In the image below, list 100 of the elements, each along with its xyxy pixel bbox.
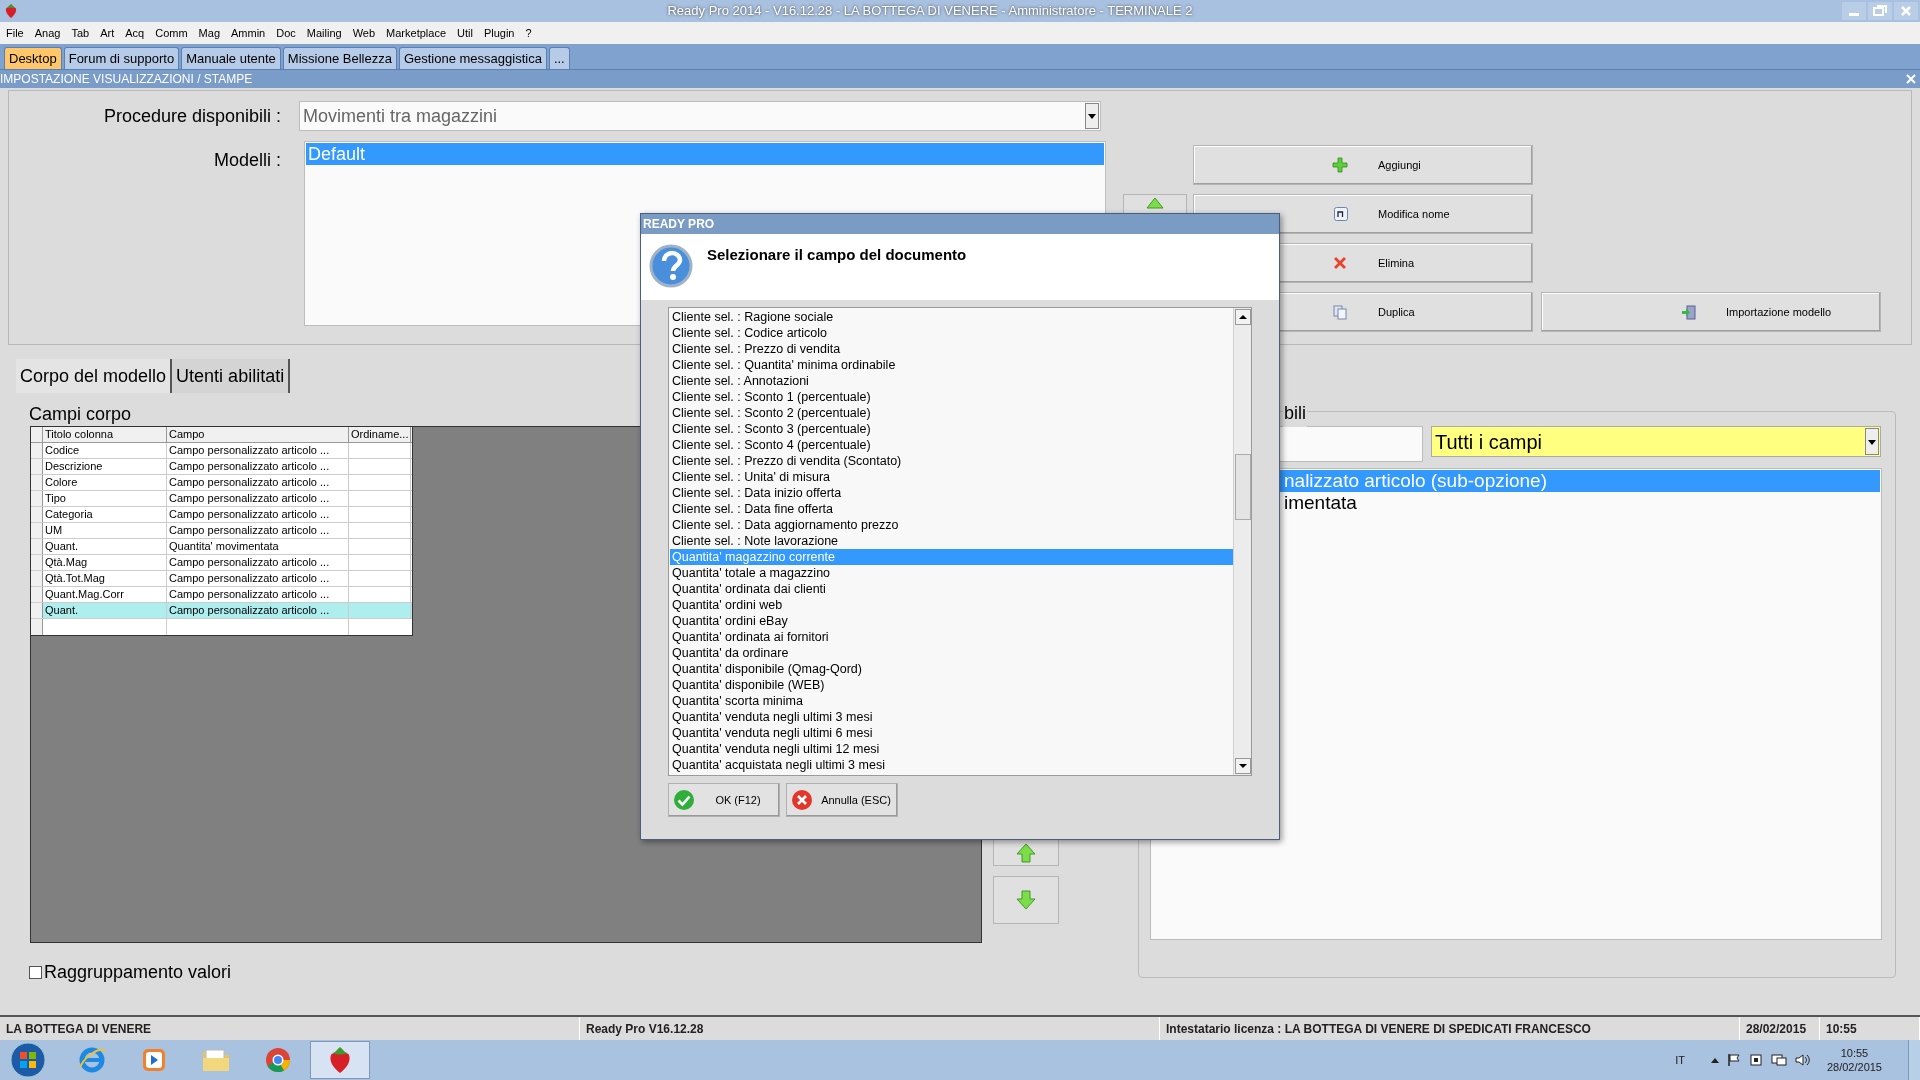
- field-list-item[interactable]: Quantita' disponibile (WEB): [670, 677, 1233, 693]
- table-row[interactable]: Quant. Campo personalizzato articolo ...: [31, 603, 412, 619]
- table-cell: Tipo: [45, 492, 66, 504]
- field-list-item[interactable]: Quantita' disponibile (Qmag-Qord): [670, 661, 1233, 677]
- status-text: 28/02/2015: [1746, 1020, 1807, 1038]
- table-cell: Campo personalizzato articolo ...: [169, 460, 330, 472]
- menu-item[interactable]: Web: [352, 24, 376, 42]
- dialog-title: READY PRO: [643, 216, 715, 233]
- field-list-item[interactable]: Cliente sel. : Sconto 3 (percentuale): [670, 421, 1233, 437]
- filter-dropdown[interactable]: Tutti i campi: [1431, 426, 1881, 457]
- dialog-message: Selezionare il campo del documento: [707, 245, 967, 265]
- field-list-item[interactable]: Cliente sel. : Sconto 1 (percentuale): [670, 389, 1233, 405]
- dialog-button[interactable]: Annulla (ESC): [786, 783, 898, 817]
- table-row[interactable]: Colore Campo personalizzato articolo ...: [31, 475, 412, 491]
- table-cell: Campo personalizzato articolo ...: [169, 492, 330, 504]
- menu-item[interactable]: Ammin: [231, 24, 266, 42]
- field-list-item[interactable]: Quantita' venduta negli ultimi 6 mesi: [670, 725, 1233, 741]
- field-list-item[interactable]: Quantita' acquistata negli ultimi 3 mesi: [670, 757, 1233, 773]
- field-list-item[interactable]: Quantita' venduta negli ultimi 12 mesi: [670, 741, 1233, 757]
- table-cell: Qtà.Tot.Mag: [45, 572, 105, 584]
- table-cell: Campo personalizzato articolo ...: [169, 572, 330, 584]
- field-list-item[interactable]: Cliente sel. : Data fine offerta: [670, 501, 1233, 517]
- field-list-item[interactable]: Quantita' ordini web: [670, 597, 1233, 613]
- app-tab[interactable]: Missione Bellezza: [282, 47, 397, 69]
- field-list-item[interactable]: Quantita' ordinata dai clienti: [670, 581, 1233, 597]
- menu-item[interactable]: Util: [457, 24, 473, 42]
- menu-item[interactable]: Anag: [34, 24, 61, 42]
- table-row[interactable]: Categoria Campo personalizzato articolo ...: [31, 507, 412, 523]
- table-cell: Quant.: [45, 604, 79, 616]
- table-cell: Codice: [45, 444, 80, 456]
- table-row[interactable]: Qtà.Mag Campo personalizzato articolo ...: [31, 555, 412, 571]
- menu-item[interactable]: Acq: [125, 24, 145, 42]
- section-title: IMPOSTAZIONE VISUALIZZAZIONI / STAMPE: [0, 71, 254, 88]
- menu-item[interactable]: ?: [525, 24, 532, 42]
- table-cell: Campo personalizzato articolo ...: [169, 604, 330, 616]
- field-list-item[interactable]: Cliente sel. : Data aggiornamento prezzo: [670, 517, 1233, 533]
- table-cell: Campo personalizzato articolo ...: [169, 524, 330, 536]
- app-tab[interactable]: Desktop: [4, 47, 62, 69]
- table-row[interactable]: Codice Campo personalizzato articolo ...: [31, 443, 412, 459]
- menu-item[interactable]: File: [6, 24, 24, 42]
- field-list-item[interactable]: Quantita' da ordinare: [670, 645, 1233, 661]
- table-cell: Campo personalizzato articolo ...: [169, 588, 330, 600]
- table-cell: Qtà.Mag: [45, 556, 88, 568]
- checkbox-label: Raggruppamento valori: [44, 961, 232, 984]
- table-cell: Descrizione: [45, 460, 103, 472]
- field-list-item[interactable]: Cliente sel. : Prezzo di vendita: [670, 341, 1233, 357]
- field-list-item[interactable]: Cliente sel. : Quantita' minima ordinabile: [670, 357, 1233, 373]
- dialog-button[interactable]: OK (F12): [668, 783, 780, 817]
- field-list-item[interactable]: Cliente sel. : Note lavorazione: [670, 533, 1233, 549]
- app-tab[interactable]: Forum di supporto: [63, 47, 180, 69]
- field-list-item[interactable]: Cliente sel. : Sconto 4 (percentuale): [670, 437, 1233, 453]
- procedure-dropdown[interactable]: Movimenti tra magazzini: [299, 101, 1101, 131]
- table-cell: Quant.Mag.Corr: [45, 588, 124, 600]
- menu-item[interactable]: Marketplace: [386, 24, 446, 42]
- status-text: 10:55: [1826, 1020, 1857, 1038]
- table-cell: Quantita' movimentata: [169, 540, 279, 552]
- field-list-item[interactable]: Quantita' totale a magazzino: [670, 565, 1233, 581]
- field-list-item[interactable]: Quantita' scorta minima: [670, 693, 1233, 709]
- menu-item[interactable]: Comm: [155, 24, 188, 42]
- table-row[interactable]: Quant.Mag.Corr Campo personalizzato articolo ...: [31, 587, 412, 603]
- table-cell: Categoria: [45, 508, 93, 520]
- table-cell: Colore: [45, 476, 78, 488]
- table-row[interactable]: Quant. Quantita' movimentata: [31, 539, 412, 555]
- column-header[interactable]: Titolo colonna: [43, 427, 167, 442]
- clock[interactable]: 10:55 28/02/2015: [1826, 1046, 1882, 1074]
- body-tab[interactable]: Utenti abilitati: [172, 359, 291, 393]
- app-tab[interactable]: ...: [548, 47, 570, 69]
- table-row[interactable]: Descrizione Campo personalizzato articolo ...: [31, 459, 412, 475]
- field-list-item[interactable]: Quantita' ordinata ai fornitori: [670, 629, 1233, 645]
- table-row[interactable]: Tipo Campo personalizzato articolo ...: [31, 491, 412, 507]
- field-list-item[interactable]: Cliente sel. : Sconto 2 (percentuale): [670, 405, 1233, 421]
- menu-item[interactable]: Tab: [71, 24, 90, 42]
- language-indicator[interactable]: IT: [1675, 1051, 1685, 1069]
- table-cell: Campo personalizzato articolo ...: [169, 508, 330, 520]
- field-list-item[interactable]: Cliente sel. : Annotazioni: [670, 373, 1233, 389]
- table-row[interactable]: UM Campo personalizzato articolo ...: [31, 523, 412, 539]
- menu-item[interactable]: Mailing: [306, 24, 342, 42]
- field-list-item[interactable]: Quantita' venduta negli ultimi 3 mesi: [670, 709, 1233, 725]
- field-list-item[interactable]: Quantita' ordini eBay: [670, 613, 1233, 629]
- action-button[interactable]: Aggiungi: [1193, 145, 1533, 185]
- status-text: Intestatario licenza : LA BOTTEGA DI VENERE DI SPEDICATI FRANCESCO: [1166, 1020, 1591, 1038]
- menu-item[interactable]: Plugin: [483, 24, 515, 42]
- menu-item[interactable]: Mag: [198, 24, 220, 42]
- table-cell: Campo personalizzato articolo ...: [169, 444, 330, 456]
- column-header[interactable]: Ordiname...: [349, 427, 411, 442]
- action-button[interactable]: Importazione modello: [1541, 292, 1881, 332]
- menu-item[interactable]: Art: [100, 24, 115, 42]
- table-row[interactable]: Qtà.Tot.Mag Campo personalizzato articolo ...: [31, 571, 412, 587]
- app-tab[interactable]: Gestione messaggistica: [398, 47, 547, 69]
- field-list-item[interactable]: Cliente sel. : Prezzo di vendita (Scontato): [670, 453, 1233, 469]
- table-cell: Campo personalizzato articolo ...: [169, 476, 330, 488]
- status-text: Ready Pro V16.12.28: [586, 1020, 704, 1038]
- models-label: Modelli :: [212, 149, 281, 172]
- column-header[interactable]: Campo: [167, 427, 349, 442]
- procedure-label: Procedure disponibili :: [102, 104, 281, 128]
- menu-item[interactable]: Doc: [276, 24, 296, 42]
- group-title: Campi corpo: [29, 403, 132, 426]
- app-tab[interactable]: Manuale utente: [181, 47, 281, 69]
- table-cell: Quant.: [45, 540, 79, 552]
- body-tab[interactable]: Corpo del modello: [16, 359, 173, 393]
